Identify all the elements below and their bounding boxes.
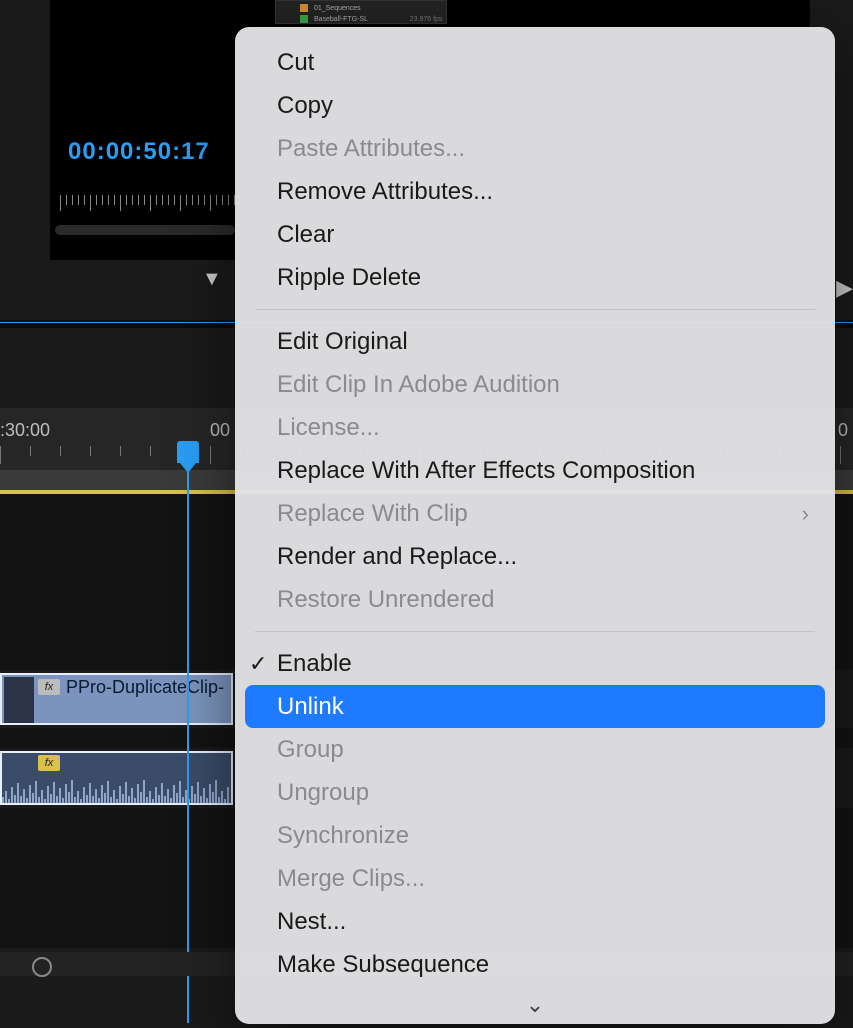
video-clip[interactable]: fx PPro-DuplicateClip- — [0, 673, 233, 725]
menu-item-label: Edit Original — [277, 328, 408, 355]
menu-item-merge-clips: Merge Clips... — [235, 857, 835, 900]
program-timecode[interactable]: 00:00:50:17 — [68, 138, 210, 166]
playhead-handle[interactable] — [177, 441, 199, 463]
monitor-ruler[interactable] — [60, 195, 235, 225]
marker-icon[interactable]: ▼ — [202, 268, 222, 291]
menu-item-replace-with-after-effects-composition[interactable]: Replace With After Effects Composition — [235, 449, 835, 492]
menu-item-label: License... — [277, 414, 380, 441]
menu-item-label: Unlink — [277, 693, 344, 720]
menu-item-remove-attributes[interactable]: Remove Attributes... — [235, 170, 835, 213]
menu-item-cut[interactable]: Cut — [235, 41, 835, 84]
project-row-sequences[interactable]: 01_Sequences — [300, 4, 361, 12]
clip-thumbnail — [4, 677, 34, 723]
clip-label: PPro-DuplicateClip- — [66, 677, 224, 698]
menu-item-label: Ungroup — [277, 779, 369, 806]
project-row-label: 01_Sequences — [314, 5, 361, 12]
menu-item-label: Enable — [277, 650, 352, 677]
menu-item-label: Replace With Clip — [277, 500, 468, 527]
app-background: 01_Sequences Baseball-FTG-SL 23.976 fps … — [0, 0, 853, 1024]
project-row-label: Baseball-FTG-SL — [314, 16, 368, 23]
menu-item-replace-with-clip: Replace With Clip › — [235, 492, 835, 535]
menu-item-label: Make Subsequence — [277, 951, 489, 978]
menu-item-label: Nest... — [277, 908, 346, 935]
menu-item-label: Paste Attributes... — [277, 135, 465, 162]
folder-swatch-icon — [300, 4, 308, 12]
fx-badge-icon[interactable]: fx — [38, 755, 60, 771]
menu-item-edit-original[interactable]: Edit Original — [235, 320, 835, 363]
menu-item-restore-unrendered: Restore Unrendered — [235, 578, 835, 621]
ruler-label: 00 — [210, 420, 230, 441]
menu-item-make-subsequence[interactable]: Make Subsequence — [235, 943, 835, 986]
audio-clip[interactable]: fx — [0, 751, 233, 805]
menu-item-label: Remove Attributes... — [277, 178, 493, 205]
menu-item-nest[interactable]: Nest... — [235, 900, 835, 943]
project-row-clip[interactable]: Baseball-FTG-SL 23.976 fps — [300, 15, 442, 23]
timeline-zoom-handle[interactable] — [32, 957, 52, 977]
ruler-label: 0 — [838, 420, 848, 441]
menu-item-render-and-replace[interactable]: Render and Replace... — [235, 535, 835, 578]
menu-separator — [255, 631, 815, 632]
menu-item-label: Edit Clip In Adobe Audition — [277, 371, 560, 398]
menu-item-label: Group — [277, 736, 344, 763]
menu-item-clear[interactable]: Clear — [235, 213, 835, 256]
audio-waveform — [2, 775, 231, 805]
menu-item-label: Restore Unrendered — [277, 586, 494, 613]
menu-item-label: Replace With After Effects Composition — [277, 457, 695, 484]
menu-item-label: Clear — [277, 221, 334, 248]
clip-context-menu[interactable]: Cut Copy Paste Attributes... Remove Attribu… — [235, 27, 835, 1024]
step-forward-icon[interactable]: ▶ — [836, 275, 853, 301]
playhead-line[interactable] — [187, 463, 189, 1023]
monitor-scrub-track[interactable] — [55, 225, 235, 235]
project-row-fps: 23.976 fps — [410, 16, 443, 23]
menu-item-ungroup: Ungroup — [235, 771, 835, 814]
menu-item-edit-clip-in-adobe-audition: Edit Clip In Adobe Audition — [235, 363, 835, 406]
menu-item-license: License... — [235, 406, 835, 449]
menu-item-unlink[interactable]: Unlink — [245, 685, 825, 728]
scroll-down-icon[interactable]: ⌄ — [526, 992, 544, 1018]
fx-badge-icon[interactable]: fx — [38, 679, 60, 695]
menu-item-label: Render and Replace... — [277, 543, 517, 570]
menu-item-copy[interactable]: Copy — [235, 84, 835, 127]
checkmark-icon: ✓ — [249, 642, 267, 685]
menu-item-label: Copy — [277, 92, 333, 119]
menu-item-synchronize: Synchronize — [235, 814, 835, 857]
menu-item-enable[interactable]: ✓ Enable — [235, 642, 835, 685]
menu-item-label: Cut — [277, 49, 314, 76]
menu-item-label: Merge Clips... — [277, 865, 425, 892]
menu-item-label: Synchronize — [277, 822, 409, 849]
menu-separator — [255, 309, 815, 310]
menu-item-group: Group — [235, 728, 835, 771]
menu-item-label: Ripple Delete — [277, 264, 421, 291]
menu-item-ripple-delete[interactable]: Ripple Delete — [235, 256, 835, 299]
ruler-label: :30:00 — [0, 420, 50, 441]
submenu-arrow-icon: › — [802, 492, 809, 535]
menu-item-paste-attributes: Paste Attributes... — [235, 127, 835, 170]
clip-swatch-icon — [300, 15, 308, 23]
